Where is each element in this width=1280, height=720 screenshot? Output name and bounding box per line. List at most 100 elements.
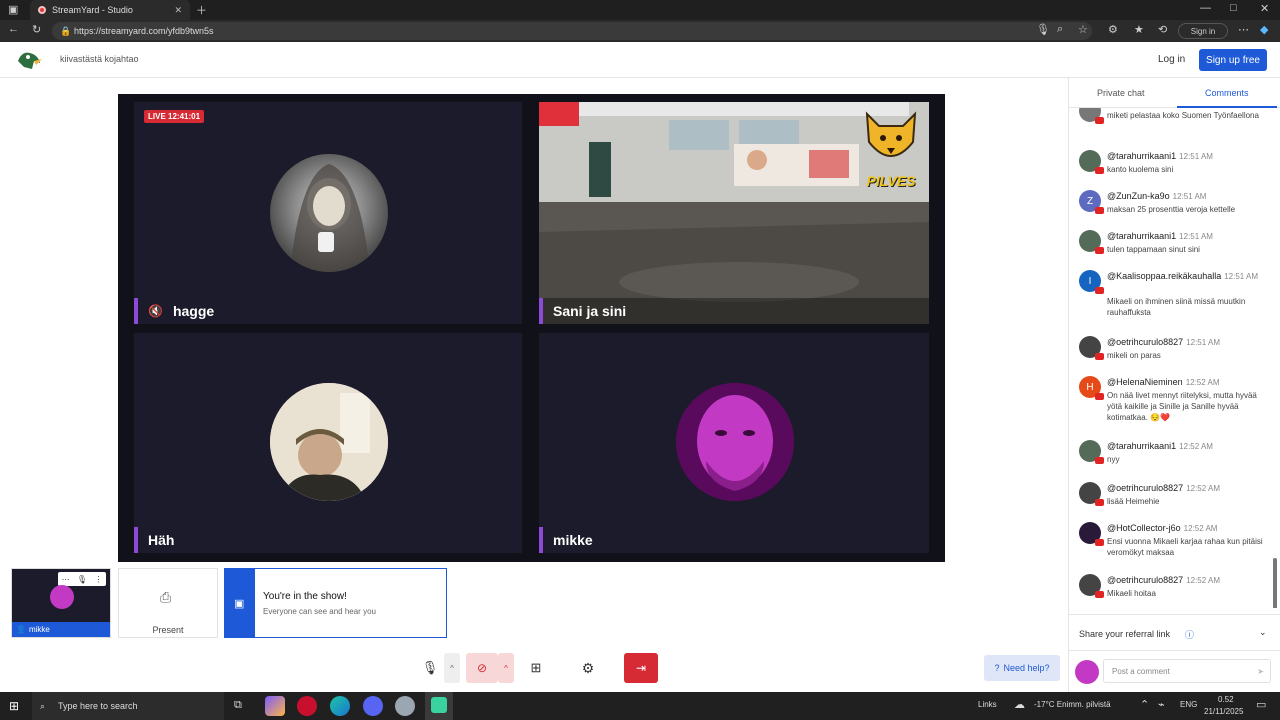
window-icon[interactable]: ▣ [8, 3, 18, 16]
present-button[interactable]: ⎙ Present [118, 568, 218, 638]
browser-tab[interactable]: StreamYard - Studio ✕ [30, 0, 190, 20]
comment-time: 12:52 AM [1186, 576, 1220, 585]
send-icon[interactable]: ➤ [1257, 667, 1264, 676]
camera-button[interactable]: ⊘ [466, 653, 498, 683]
comment-text: kanto kuolema sini [1107, 165, 1174, 174]
tab-comments[interactable]: Comments [1205, 88, 1249, 98]
tab-private-chat[interactable]: Private chat [1097, 88, 1145, 98]
close-window-icon[interactable]: ✕ [1260, 2, 1269, 15]
muted-mic-icon: 🔇 [148, 304, 163, 318]
broadcast-title: kiivastästä kojahtao [60, 54, 139, 64]
maximize-icon[interactable]: □ [1230, 2, 1237, 14]
app-icon-active-glyph [431, 697, 447, 713]
new-tab-icon[interactable]: ＋ [196, 2, 207, 18]
app-icon-1[interactable] [265, 696, 285, 716]
chevron-down-icon[interactable]: ⌄ [1259, 627, 1267, 638]
avatar [1079, 336, 1104, 360]
more-icon[interactable]: ⋯ [62, 575, 70, 584]
youtube-icon [1095, 499, 1104, 506]
in-show-notification: ▣ You're in the show! Everyone can see a… [224, 568, 447, 638]
participant-name: 🔇 hagge [134, 298, 214, 324]
share-referral-row[interactable]: Share your referral link ⓘ ⌄ [1069, 614, 1280, 650]
mic-icon[interactable]: 🎙 [1036, 23, 1050, 36]
share-screen-button[interactable]: ⊞ [523, 653, 549, 683]
mic-button[interactable]: 🎙 [418, 653, 442, 683]
taskbar-search[interactable]: ⌕ Type here to search [32, 692, 224, 720]
url-input[interactable]: 🔒 https://streamyard.com/yfdb9twn5s [52, 22, 1092, 40]
edge-icon[interactable] [330, 696, 350, 716]
stage: LIVE 12:41:01 🔇 hagge PILVES Sani ja sin… [118, 94, 945, 562]
language-indicator[interactable]: ENG [1180, 700, 1197, 709]
minimize-icon[interactable]: — [1200, 2, 1211, 14]
comment-user: @oetrihcurulo8827 [1107, 483, 1184, 493]
participant-name-text: Sani ja sini [553, 303, 627, 319]
extensions-icon[interactable]: ⚙ [1108, 23, 1118, 36]
network-icon[interactable]: ⌁ [1158, 698, 1165, 711]
live-badge: LIVE 12:41:01 [144, 110, 205, 123]
youtube-icon [1095, 207, 1104, 214]
close-tab-icon[interactable]: ✕ [174, 5, 182, 16]
reload-icon[interactable]: ↻ [32, 23, 41, 36]
name-bar [539, 527, 543, 553]
comment-time: 12:52 AM [1179, 442, 1213, 451]
self-label-text: mikke [28, 625, 50, 634]
task-view-icon[interactable]: ⧉ [234, 699, 242, 712]
avatar [1079, 150, 1104, 174]
participant-tile-hah[interactable]: Häh [134, 333, 522, 553]
participant-tile-mikke[interactable]: mikke [539, 333, 929, 553]
menu-icon[interactable]: ⋮ [94, 575, 102, 584]
youtube-icon [1095, 591, 1104, 598]
active-app-icon[interactable] [425, 692, 453, 720]
opera-icon[interactable] [297, 696, 317, 716]
info-icon[interactable]: ⓘ [1185, 628, 1194, 641]
self-avatar [50, 585, 74, 609]
mic-options-button[interactable]: ^ [444, 653, 460, 683]
avatar [1079, 574, 1104, 598]
comments-scrollbar[interactable] [1273, 558, 1277, 608]
camera-options-button[interactable]: ^ [498, 653, 514, 683]
signup-button[interactable]: Sign up free [1199, 49, 1267, 71]
need-help-button[interactable]: ? Need help? [984, 655, 1060, 681]
self-preview-thumbnail[interactable]: ⋯ 🎙 ⋮ 👤 mikke [11, 568, 111, 638]
avatar [1079, 522, 1104, 546]
avatar [676, 383, 794, 501]
streamyard-logo-icon [18, 52, 42, 69]
copilot-icon[interactable]: ◆ [1260, 23, 1268, 36]
windows-start-icon[interactable]: ⊞ [9, 699, 19, 713]
taskbar-search-text: Type here to search [58, 701, 138, 711]
favorite-icon[interactable]: ☆ [1078, 23, 1088, 36]
leave-studio-button[interactable]: ⇥ [624, 653, 658, 683]
weather-text[interactable]: -17°C Enimm. pilvistä [1034, 700, 1111, 709]
favorites-list-icon[interactable]: ★ [1134, 23, 1144, 36]
participant-tile-sani-ja-sini[interactable]: PILVES Sani ja sini [539, 102, 929, 324]
comment-text: lisää Heimehie [1107, 497, 1160, 506]
discord-icon[interactable] [363, 696, 383, 716]
clock-time[interactable]: 0.52 [1218, 695, 1234, 704]
gear-icon: ⚙ [581, 659, 595, 676]
tab-title: StreamYard - Studio [52, 5, 133, 15]
browser-sign-in-button[interactable]: Sign in [1178, 23, 1228, 39]
search-icon: ⌕ [40, 700, 46, 711]
avatar [1075, 660, 1099, 684]
participant-tile-hagge[interactable]: LIVE 12:41:01 🔇 hagge [134, 102, 522, 324]
address-bar: ← ↻ 🔒 https://streamyard.com/yfdb9twn5s … [0, 20, 1280, 42]
notification-icon[interactable]: ▭ [1256, 698, 1266, 711]
clock-date[interactable]: 21/11/2025 [1204, 707, 1243, 716]
mic-icon[interactable]: 🎙 [77, 575, 87, 584]
settings-button[interactable]: ⚙ [576, 653, 600, 683]
history-icon[interactable]: ⟲ [1158, 23, 1167, 36]
lynx-logo-icon [865, 111, 917, 157]
zoom-icon[interactable]: ⌕ [1057, 23, 1063, 36]
toast-title: You're in the show! [263, 591, 347, 602]
more-icon[interactable]: ⋯ [1238, 23, 1249, 36]
post-comment-bar: Post a comment ➤ [1069, 650, 1280, 692]
browser-tab-bar: ▣ StreamYard - Studio ✕ ＋ — □ ✕ [0, 0, 1280, 20]
self-label: 👤 mikke [12, 622, 110, 637]
login-link[interactable]: Log in [1158, 54, 1185, 65]
tray-expand-icon[interactable]: ⌃ [1140, 698, 1149, 711]
back-icon[interactable]: ← [8, 23, 19, 35]
links-toolbar[interactable]: Links [978, 700, 997, 709]
app-icon-5[interactable] [395, 696, 415, 716]
post-comment-input[interactable]: Post a comment ➤ [1103, 659, 1271, 683]
avatar [1079, 440, 1104, 464]
